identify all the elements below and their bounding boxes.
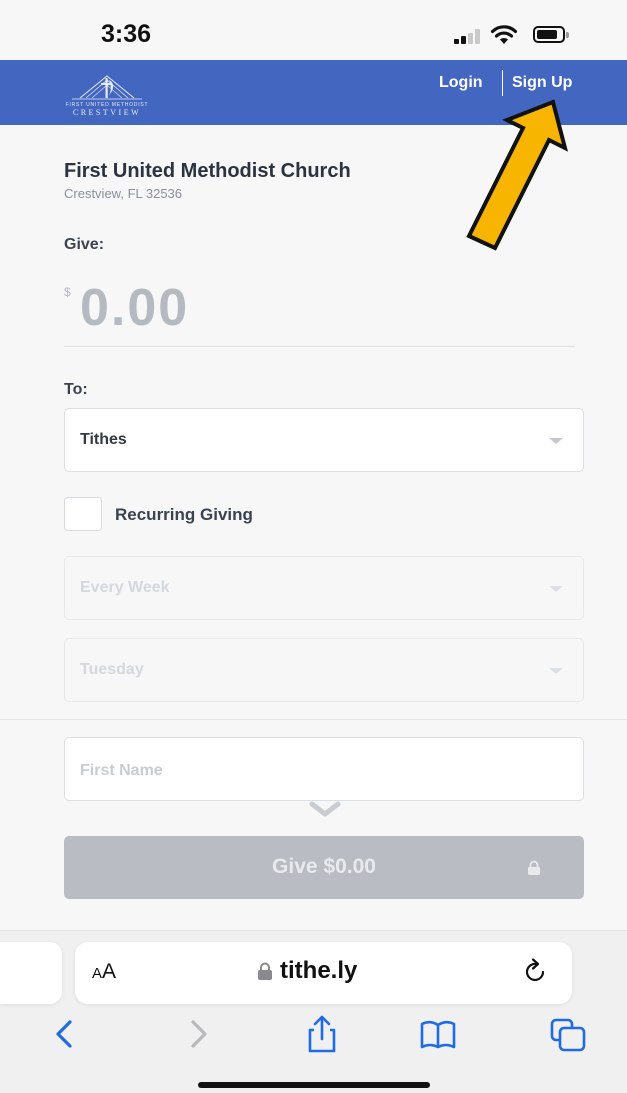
caret-down-icon xyxy=(549,438,563,444)
text-size-button[interactable]: AA xyxy=(92,960,116,984)
fund-select[interactable]: Tithes xyxy=(64,408,584,472)
day-select-value: Tuesday xyxy=(80,661,144,678)
give-button[interactable]: Give $0.00 xyxy=(64,836,584,899)
status-bar: 3:36 xyxy=(0,0,627,60)
logo-text-bottom: CRESTVIEW xyxy=(72,108,142,117)
to-label: To: xyxy=(64,381,88,398)
share-icon[interactable] xyxy=(300,1014,344,1054)
first-name-placeholder: First Name xyxy=(80,762,163,779)
tabs-icon[interactable] xyxy=(546,1014,590,1054)
give-button-label: Give $0.00 xyxy=(272,855,376,878)
frequency-select[interactable]: Every Week xyxy=(64,556,584,620)
annotation-arrow-icon xyxy=(466,99,569,251)
forward-icon[interactable] xyxy=(175,1014,219,1054)
status-time: 3:36 xyxy=(101,20,152,48)
section-divider xyxy=(0,719,627,720)
previous-tab-preview[interactable] xyxy=(0,942,62,1004)
recurring-giving-checkbox[interactable] xyxy=(64,497,102,531)
reload-icon[interactable] xyxy=(523,957,549,985)
church-logo[interactable]: FIRST UNITED METHODIST CRESTVIEW xyxy=(62,68,152,118)
amount-underline xyxy=(64,346,575,347)
caret-down-icon xyxy=(549,586,563,592)
address-bar[interactable]: AA tithe.ly xyxy=(75,942,572,1004)
lock-icon xyxy=(528,860,540,875)
bookmarks-icon[interactable] xyxy=(416,1014,460,1054)
frequency-select-value: Every Week xyxy=(80,579,170,596)
amount-input[interactable]: 0.00 xyxy=(80,278,189,338)
recurring-giving-label[interactable]: Recurring Giving xyxy=(115,505,253,525)
fund-select-value: Tithes xyxy=(80,431,127,448)
signal-icon xyxy=(454,28,484,44)
currency-symbol: $ xyxy=(64,285,71,299)
lock-icon xyxy=(258,962,272,980)
organization-name: First United Methodist Church xyxy=(64,160,351,182)
wifi-icon xyxy=(490,25,518,44)
battery-icon xyxy=(533,26,569,43)
chevron-down-icon[interactable] xyxy=(308,801,342,819)
first-name-field[interactable]: First Name xyxy=(64,737,584,801)
give-label: Give: xyxy=(64,236,105,253)
organization-location: Crestview, FL 32536 xyxy=(64,186,183,201)
home-indicator[interactable] xyxy=(198,1082,430,1088)
caret-down-icon xyxy=(549,668,563,674)
logo-cross-flame-icon xyxy=(72,75,142,100)
url-text: tithe.ly xyxy=(280,957,358,984)
day-select[interactable]: Tuesday xyxy=(64,638,584,702)
back-icon[interactable] xyxy=(44,1014,88,1054)
